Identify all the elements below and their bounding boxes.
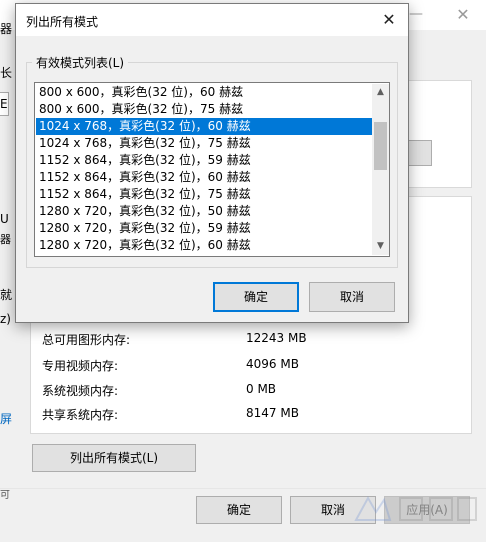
watermark-logo [354, 495, 477, 521]
list-item[interactable]: 800 x 600，真彩色(32 位)，60 赫兹 [36, 84, 372, 101]
edge-text-fragment: U [0, 212, 9, 226]
list-item[interactable]: 1152 x 864，真彩色(32 位)，60 赫兹 [36, 169, 372, 186]
list-item[interactable]: 1152 x 864，真彩色(32 位)，75 赫兹 [36, 186, 372, 203]
shared-system-memory-label: 共享系统内存: [42, 408, 119, 422]
system-video-memory-label: 系统视频内存: [42, 384, 119, 398]
edge-text-fragment: 器 [0, 22, 13, 36]
dialog-title-bar: 列出所有模式 ✕ [16, 4, 408, 36]
edge-link-fragment[interactable]: 屏 [0, 410, 12, 427]
valid-modes-label: 有效模式列表(L) [32, 54, 129, 71]
list-item[interactable]: 800 x 600，真彩色(32 位)，75 赫兹 [36, 101, 372, 118]
edge-text-fragment: 就 [0, 288, 13, 302]
close-icon[interactable]: ✕ [378, 9, 400, 31]
list-all-modes-dialog: 列出所有模式 ✕ 有效模式列表(L) 800 x 600，真彩色(32 位)，6… [15, 3, 409, 323]
system-video-memory-value: 0 MB [246, 382, 277, 396]
list-item[interactable]: 1280 x 720，真彩色(32 位)，59 赫兹 [36, 220, 372, 237]
shared-system-memory-value: 8147 MB [246, 406, 299, 420]
list-item[interactable]: 1152 x 864，真彩色(32 位)，59 赫兹 [36, 152, 372, 169]
dedicated-video-memory-value: 4096 MB [246, 357, 299, 371]
divider [0, 488, 486, 489]
scrollbar-thumb[interactable] [374, 122, 387, 170]
list-item-selected[interactable]: 1024 x 768，真彩色(32 位)，60 赫兹 [36, 118, 372, 135]
list-item[interactable]: 1024 x 768，真彩色(32 位)，75 赫兹 [36, 135, 372, 152]
list-item[interactable]: 1280 x 720，真彩色(32 位)，60 赫兹 [36, 237, 372, 254]
mode-list[interactable]: 800 x 600，真彩色(32 位)，60 赫兹 800 x 600，真彩色(… [34, 82, 390, 257]
dialog-ok-button[interactable]: 确定 [213, 282, 299, 312]
total-graphics-memory-value: 12243 MB [246, 331, 307, 345]
partial-dropdown[interactable]: E [0, 92, 9, 116]
list-item[interactable]: 1280 x 720，真彩色(32 位)，50 赫兹 [36, 203, 372, 220]
dialog-title: 列出所有模式 [26, 15, 99, 29]
dialog-cancel-button[interactable]: 取消 [309, 282, 395, 312]
ok-button[interactable]: 确定 [196, 496, 282, 524]
chevron-up-icon[interactable]: ▲ [372, 84, 389, 101]
list-all-modes-button[interactable]: 列出所有模式(L) [32, 444, 196, 472]
dedicated-video-memory-label: 专用视频内存: [42, 359, 119, 373]
edge-text-fragment: 器 [0, 233, 11, 246]
edge-text-fragment: 长 [0, 66, 13, 80]
vertical-scrollbar[interactable]: ▲ ▼ [372, 84, 389, 255]
edge-text-fragment: z) [0, 312, 11, 326]
chevron-down-icon[interactable]: ▼ [372, 238, 389, 255]
close-icon[interactable]: ✕ [452, 4, 474, 26]
total-graphics-memory-label: 总可用图形内存: [42, 333, 131, 347]
minimize-icon[interactable]: — [406, 4, 426, 24]
